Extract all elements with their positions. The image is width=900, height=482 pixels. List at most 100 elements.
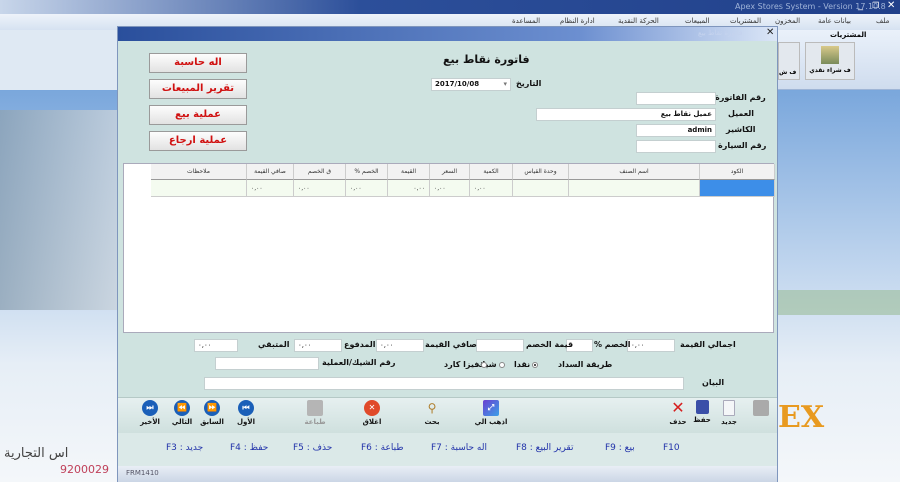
menu-help[interactable]: المساعدة	[512, 17, 540, 25]
last-icon: ⏭	[142, 400, 158, 416]
close-circle-icon: ✕	[364, 400, 380, 416]
radio-cash[interactable]: نقدا	[514, 360, 539, 369]
goto-button[interactable]: ⤢ اذهب الي	[473, 400, 509, 426]
first-icon: ⏮	[238, 400, 254, 416]
document-icon	[753, 400, 769, 416]
total-input[interactable]: ٠,٠٠	[627, 339, 675, 352]
menu-file[interactable]: ملف	[876, 17, 889, 25]
company-name: اس التجارية	[4, 446, 69, 461]
shortcut-f10: F10	[663, 443, 680, 453]
car-number-input[interactable]	[636, 140, 716, 153]
disc-val-label: قيمة الخصم	[526, 340, 574, 349]
remaining-label: المتبقي	[258, 340, 290, 349]
cash-purchase-button[interactable]: ف شراء نقدي	[805, 42, 855, 80]
col-price[interactable]: السعر	[430, 164, 470, 180]
calendar-dropdown-icon[interactable]: ▾	[503, 80, 507, 88]
form-heading: فاتورة نقاط بيع	[443, 53, 530, 66]
cell-value[interactable]: ٠,٠٠	[388, 180, 430, 197]
items-grid[interactable]: الكود اسم الصنف وحدة القياس الكمية السعر…	[123, 163, 775, 333]
delete-button[interactable]: ✕ حذف	[660, 400, 696, 427]
cell-net[interactable]: ٠,٠٠	[247, 180, 294, 197]
shortcut-f6: F6 : طباعة	[361, 443, 404, 453]
disc-pct-label: الخصم %	[594, 340, 631, 349]
disc-val-input[interactable]	[476, 339, 524, 352]
sales-report-button[interactable]: تقرير المبيعات	[149, 79, 247, 99]
cell-unit[interactable]	[513, 180, 569, 197]
remaining-input[interactable]: ٠,٠٠	[194, 339, 238, 352]
window-title-bar: فاتورة نقاط بيع ✕	[118, 27, 777, 41]
close-app-button[interactable]: ✕	[887, 0, 895, 11]
search-icon: ⚲	[427, 401, 437, 415]
app-title-bar: Apex Stores System - Version 17.10.8 _ ❐…	[0, 0, 900, 14]
customer-input[interactable]: عميل نقاط بيع	[536, 108, 716, 121]
previous-icon: ⏩	[204, 400, 220, 416]
cheque-number-input[interactable]	[215, 357, 319, 370]
shortcut-f9: F9 : بيع	[605, 443, 635, 453]
notes-input[interactable]	[204, 377, 684, 390]
cell-item-name[interactable]	[569, 180, 700, 197]
col-qty[interactable]: الكمية	[470, 164, 513, 180]
col-value[interactable]: القيمة	[388, 164, 430, 180]
col-code[interactable]: الكود	[700, 164, 775, 180]
shortcut-f7: F7 : اله حاسبة	[431, 443, 487, 453]
net-input[interactable]: ٠,٠٠	[376, 339, 424, 352]
cell-price[interactable]: ٠,٠٠	[430, 180, 470, 197]
shortcut-bar: F3 : جديد F4 : حفظ F5 : حذف F6 : طباعة F…	[118, 433, 777, 466]
status-bar: FRM1410	[118, 466, 777, 482]
cell-notes[interactable]	[151, 180, 247, 197]
print-icon	[307, 400, 323, 416]
col-disc-val[interactable]: ق الخصم	[294, 164, 346, 180]
menu-cash[interactable]: الحركة النقدية	[618, 17, 659, 25]
radio-visa-button[interactable]	[481, 361, 488, 368]
net-label: صافي القيمة	[425, 340, 477, 349]
invoice-number-label: رقم الفاتورة	[715, 93, 766, 102]
radio-cheque-button[interactable]	[498, 361, 505, 368]
search-button[interactable]: ⚲ بحث	[414, 400, 450, 426]
company-logo: EX	[778, 400, 825, 435]
cell-code[interactable]	[700, 180, 775, 197]
date-picker[interactable]: 2017/10/08 ▾	[431, 78, 511, 91]
close-form-button[interactable]: ✕ اغلاق	[354, 400, 390, 426]
purchase-button-2[interactable]: ف ش	[778, 42, 800, 80]
paid-label: المدفوع	[344, 340, 376, 349]
shortcut-f4: F4 : حفظ	[230, 443, 269, 453]
menu-purchases[interactable]: المشتريات	[730, 17, 761, 25]
paid-input[interactable]: ٠,٠٠	[294, 339, 342, 352]
payment-method-label: طريقة السداد	[558, 360, 613, 369]
menu-admin[interactable]: ادارة النظام	[560, 17, 595, 25]
sale-operation-button[interactable]: عملية بيع	[149, 105, 247, 125]
print-button[interactable]: طباعة	[297, 400, 333, 426]
invoice-number-input[interactable]	[636, 92, 716, 105]
cashier-input[interactable]: admin	[636, 124, 716, 137]
purchase-icon	[821, 46, 839, 64]
calculator-button[interactable]: اله حاسبة	[149, 53, 247, 73]
notes-label: البيان	[702, 378, 725, 387]
car-number-label: رقم السيارة	[718, 141, 767, 150]
save-icon	[695, 400, 709, 414]
cell-qty[interactable]: ٠,٠٠	[470, 180, 513, 197]
col-unit[interactable]: وحدة القياس	[513, 164, 569, 180]
toolbar: جديد حفظ ✕ حذف ⤢ اذهب الي ⚲ بحث ✕ اغلاق طباع…	[118, 397, 777, 433]
col-net[interactable]: صافي القيمة	[247, 164, 294, 180]
total-label: اجمالي القيمة	[680, 340, 736, 349]
col-notes[interactable]: ملاحظات	[151, 164, 247, 180]
radio-visa[interactable]: فيزا كارد	[444, 360, 488, 369]
close-window-button[interactable]: ✕	[766, 27, 774, 38]
radio-cash-button[interactable]	[532, 361, 539, 368]
minimize-button[interactable]: _	[858, 0, 863, 11]
col-item-name[interactable]: اسم الصنف	[569, 164, 700, 180]
menu-sales[interactable]: المبيعات	[685, 17, 709, 25]
cell-disc-pct[interactable]: ٠,٠٠	[346, 180, 388, 197]
col-disc-pct[interactable]: الخصم %	[346, 164, 388, 180]
restore-button[interactable]: ❐	[872, 1, 879, 10]
menu-stock[interactable]: المخزون	[775, 17, 800, 25]
next-record-button[interactable]: ⏪ التالي	[164, 400, 200, 426]
disabled-button[interactable]	[743, 400, 779, 418]
first-record-button[interactable]: ⏮ الأول	[228, 400, 264, 426]
form-code: FRM1410	[126, 469, 159, 477]
last-record-button[interactable]: ⏭ الأخير	[132, 400, 168, 426]
cashier-label: الكاشير	[726, 125, 756, 134]
cell-disc-val[interactable]: ٠,٠٠	[294, 180, 346, 197]
return-operation-button[interactable]: عملية ارجاع	[149, 131, 247, 151]
menu-general[interactable]: بيانات عامة	[818, 17, 851, 25]
